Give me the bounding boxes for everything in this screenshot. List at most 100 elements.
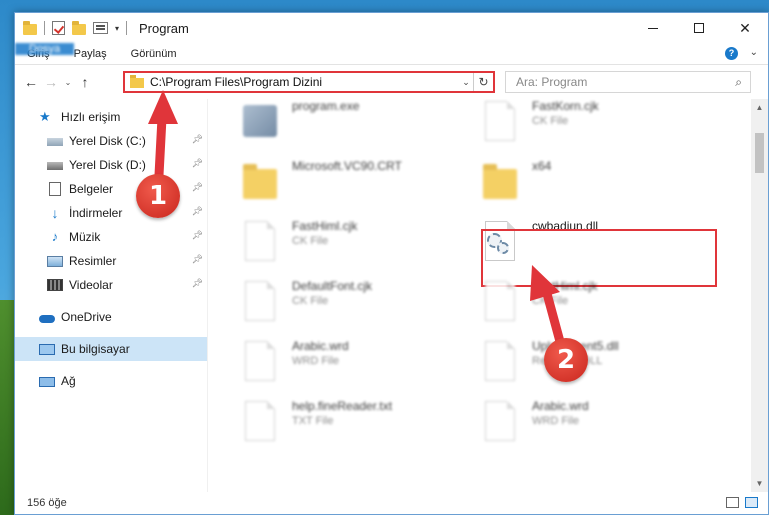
minimize-icon [648, 27, 658, 29]
search-icon: ⌕ [735, 75, 742, 89]
nav-item-videos[interactable]: Videolar 📌︎ [15, 273, 207, 297]
navigation-pane: ★ Hızlı erişim Yerel Disk (C:) 📌︎ Yerel … [15, 99, 208, 492]
pin-icon[interactable]: 📌︎ [192, 278, 203, 289]
exe-file-icon [242, 99, 278, 143]
music-icon: ♪ [51, 229, 59, 244]
file-item[interactable]: help.fineReader.txt TXT File [242, 399, 392, 443]
address-path[interactable]: C:\Program Files\Program Dizini [150, 75, 459, 89]
ribbon-tabs: Dosya Giriş Paylaş Görünüm ? ⌄ [15, 43, 768, 65]
nav-label: OneDrive [61, 310, 112, 324]
address-row: ← → ⌄ ↑ C:\Program Files\Program Dizini … [15, 65, 768, 99]
maximize-icon [694, 23, 704, 33]
quick-access-toolbar: ▾ [15, 20, 128, 35]
nav-quick-access[interactable]: ★ Hızlı erişim [15, 105, 207, 129]
pin-icon[interactable]: 📌︎ [192, 230, 203, 241]
step-2-badge: 2 [544, 338, 588, 382]
file-type: TXT File [292, 415, 334, 427]
file-item[interactable]: Microsoft.VC90.CRT [242, 159, 402, 203]
search-input[interactable]: Ara: Program ⌕ [505, 71, 751, 93]
file-type: CK File [292, 235, 329, 247]
recent-locations-dropdown-icon[interactable]: ⌄ [61, 78, 75, 87]
dll-file-icon [482, 339, 518, 383]
pin-icon[interactable]: 📌︎ [192, 182, 203, 193]
toolbar-divider [126, 21, 128, 35]
details-view-icon[interactable] [726, 497, 739, 508]
nav-onedrive[interactable]: OneDrive [15, 305, 207, 329]
nav-item-music[interactable]: ♪ Müzik 📌︎ [15, 225, 207, 249]
document-icon [482, 279, 518, 323]
expand-ribbon-icon[interactable]: ⌄ [750, 47, 758, 58]
document-icon [482, 99, 518, 143]
nav-label: Belgeler [69, 182, 114, 196]
file-item[interactable]: DefaultFont.cjk CK File [242, 279, 372, 323]
step-1-badge: 1 [136, 174, 180, 218]
back-arrow-icon[interactable]: ← [21, 74, 41, 90]
pin-icon[interactable]: 📌︎ [192, 158, 203, 169]
refresh-icon[interactable]: ↻ [473, 73, 493, 91]
file-item[interactable]: program.exe [242, 99, 359, 143]
file-item[interactable]: x64 [482, 159, 551, 203]
properties-check-icon[interactable] [52, 21, 65, 35]
vertical-scrollbar[interactable]: ▲ ▼ [751, 99, 768, 492]
file-name: Arabic.wrd [532, 399, 589, 413]
close-button[interactable]: ✕ [722, 13, 768, 43]
window-controls: ✕ [630, 13, 768, 43]
nav-label: Bu bilgisayar [61, 342, 130, 356]
new-folder-icon[interactable] [72, 20, 86, 35]
address-bar[interactable]: C:\Program Files\Program Dizini ⌄ ↻ [123, 71, 495, 93]
tab-file[interactable]: Dosya [15, 43, 75, 55]
status-bar: 156 öğe [15, 492, 768, 514]
up-arrow-icon[interactable]: ↑ [75, 74, 95, 90]
file-name: x64 [532, 159, 552, 173]
file-explorer-window: ▾ Program ✕ Dosya Giriş Paylaş Görünüm ?… [14, 12, 769, 515]
file-name: program.exe [292, 99, 360, 113]
file-list: program.exe FastKorn.cjk CK File Microsof… [208, 99, 768, 492]
download-icon: ↓ [51, 205, 59, 221]
nav-item-pictures[interactable]: Resimler 📌︎ [15, 249, 207, 273]
file-type: CK File [532, 115, 569, 127]
file-name: Arabic.wrd [292, 339, 349, 353]
file-item[interactable]: FastHiml.cjk CK File [482, 279, 597, 323]
toolbar-divider [44, 21, 45, 35]
pin-icon[interactable]: 📌︎ [192, 206, 203, 217]
file-item[interactable]: FastKorn.cjk CK File [482, 99, 599, 143]
item-count: 156 öğe [27, 497, 67, 509]
help-icon[interactable]: ? [725, 47, 738, 60]
nav-item-drive-d[interactable]: Yerel Disk (D:) 📌︎ [15, 153, 207, 177]
document-icon [242, 399, 278, 443]
nav-network[interactable]: Ağ [15, 369, 207, 393]
address-dropdown-icon[interactable]: ⌄ [459, 77, 473, 88]
nav-label: Müzik [69, 230, 101, 244]
nav-label: Hızlı erişim [61, 110, 121, 124]
search-placeholder: Ara: Program [516, 75, 588, 89]
nav-this-pc[interactable]: Bu bilgisayar [15, 337, 207, 361]
scrollbar-thumb[interactable] [755, 133, 764, 173]
title-bar: ▾ Program ✕ [15, 13, 768, 43]
nav-item-drive-c[interactable]: Yerel Disk (C:) 📌︎ [15, 129, 207, 153]
file-item[interactable]: Arabic.wrd WRD File [482, 399, 589, 443]
tab-view[interactable]: Görünüm [119, 43, 189, 64]
file-item[interactable]: Arabic.wrd WRD File [242, 339, 349, 383]
pin-icon[interactable]: 📌︎ [192, 254, 203, 265]
scroll-down-icon[interactable]: ▼ [751, 479, 768, 488]
scroll-up-icon[interactable]: ▲ [751, 103, 768, 112]
pin-icon[interactable]: 📌︎ [192, 134, 203, 145]
tiles-view-icon[interactable] [745, 497, 758, 508]
document-icon [242, 279, 278, 323]
forward-arrow-icon[interactable]: → [41, 74, 61, 90]
drive-icon [47, 162, 63, 170]
folder-icon [23, 20, 37, 35]
window-title: Program [139, 20, 189, 36]
list-view-icon[interactable] [93, 22, 108, 34]
file-item[interactable]: FastHiml.cjk CK File [242, 219, 357, 263]
star-icon: ★ [39, 109, 51, 124]
folder-icon [242, 159, 278, 203]
drive-icon [47, 138, 63, 146]
customize-toolbar-dropdown-icon[interactable]: ▾ [115, 24, 119, 33]
maximize-button[interactable] [676, 13, 722, 43]
video-icon [47, 279, 63, 291]
minimize-button[interactable] [630, 13, 676, 43]
document-icon [242, 219, 278, 263]
file-type: CK File [532, 295, 569, 307]
file-name: FastHiml.cjk [532, 279, 598, 293]
